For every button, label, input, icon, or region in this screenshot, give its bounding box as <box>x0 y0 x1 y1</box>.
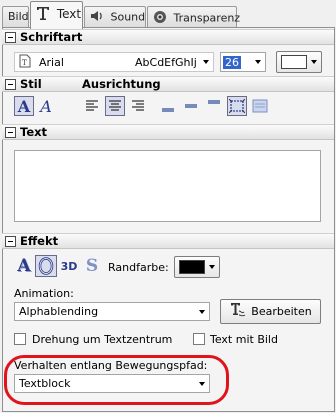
fit-frame-icon <box>229 99 245 113</box>
animation-label: Animation: <box>14 287 74 300</box>
speaker-icon <box>90 10 104 25</box>
emboss-effect-button[interactable]: S <box>82 256 102 276</box>
bold-style-button[interactable]: A <box>14 96 34 116</box>
animation-value: Alphablending <box>19 305 99 318</box>
font-select[interactable]: T Arial AbCdEfGhIj <box>14 52 214 72</box>
emboss-s-icon: S <box>85 256 99 276</box>
tab-sound[interactable]: Sound <box>84 6 146 28</box>
tab-label: Transparenz <box>173 11 241 25</box>
chevron-down-icon <box>203 60 209 64</box>
chevron-down-icon <box>199 309 205 314</box>
edge-color-swatch <box>179 260 205 274</box>
tab-label: Text <box>56 7 82 21</box>
alignment-title: Ausrichtung <box>82 77 161 91</box>
valign-top-button[interactable] <box>204 96 224 116</box>
section-title: Text <box>20 125 48 139</box>
3d-text-icon: 3D <box>60 259 78 273</box>
outline-o-icon <box>38 257 54 275</box>
text-input[interactable] <box>14 150 321 222</box>
align-right-icon <box>132 100 144 111</box>
tab-label: Sound <box>110 10 146 24</box>
font-color-button[interactable] <box>276 51 322 73</box>
section-title: Effekt <box>20 234 59 248</box>
italic-a-icon: A <box>40 96 52 116</box>
font-name: Arial <box>39 55 64 69</box>
tab-bar: Bild Text Sound Transparenz <box>0 0 336 29</box>
fill-frame-button[interactable] <box>250 96 270 116</box>
valign-middle-icon <box>185 104 197 108</box>
alignment-header: Ausrichtung <box>82 76 161 92</box>
rotate-center-checkbox[interactable] <box>14 333 26 345</box>
svg-text:T: T <box>22 59 27 67</box>
tab-label: Bild <box>8 10 29 23</box>
text-effect-icon <box>229 302 247 321</box>
collapse-icon[interactable] <box>5 31 16 43</box>
section-effekt-header[interactable]: Effekt <box>5 233 58 249</box>
section-schriftart-header[interactable]: Schriftart <box>5 29 82 45</box>
section-title: Schriftart <box>20 30 83 44</box>
valign-bottom-icon <box>162 108 174 112</box>
font-color-swatch <box>281 55 307 69</box>
fill-frame-icon <box>252 99 268 113</box>
font-size-value: 26 <box>223 55 241 69</box>
t-icon <box>36 5 50 24</box>
edit-button-label: Bearbeiten <box>251 305 312 318</box>
font-preview: AbCdEfGhIj <box>135 55 197 69</box>
text-with-image-checkbox[interactable] <box>193 333 205 345</box>
collapse-icon[interactable] <box>5 126 16 138</box>
section-text-header[interactable]: Text <box>5 124 47 140</box>
align-left-button[interactable] <box>82 96 102 116</box>
chevron-down-icon <box>311 60 317 64</box>
italic-style-button[interactable]: A <box>36 96 56 116</box>
font-size-select[interactable]: 26 <box>220 52 266 72</box>
edge-color-label: Randfarbe: <box>108 261 169 274</box>
section-stil-header[interactable]: Stil <box>5 76 42 92</box>
align-left-icon <box>86 100 98 111</box>
section-header-bar <box>2 76 334 92</box>
3d-effect-button[interactable]: 3D <box>58 256 80 276</box>
font-file-icon: T <box>19 54 31 71</box>
animation-select[interactable]: Alphablending <box>14 302 210 321</box>
outline-effect-button[interactable] <box>35 255 57 277</box>
align-center-button[interactable] <box>105 96 125 116</box>
edit-animation-button[interactable]: Bearbeiten <box>220 299 321 324</box>
rotate-center-label: Drehung um Textzentrum <box>32 333 173 346</box>
align-right-button[interactable] <box>128 96 148 116</box>
fit-frame-button[interactable] <box>227 96 247 116</box>
chevron-down-icon <box>209 265 215 269</box>
tab-bild[interactable]: Bild <box>2 6 29 28</box>
valign-middle-button[interactable] <box>181 96 201 116</box>
section-header-bar <box>2 124 334 140</box>
shadow-effect-button[interactable]: A <box>14 256 34 276</box>
edge-color-button[interactable] <box>174 256 220 278</box>
text-with-image-label: Text mit Bild <box>210 333 278 346</box>
tab-text[interactable]: Text <box>30 1 83 29</box>
valign-bottom-button[interactable] <box>158 96 178 116</box>
valign-top-icon <box>208 100 220 104</box>
bold-a-icon: A <box>17 96 31 116</box>
tab-transparenz[interactable]: Transparenz <box>147 6 240 28</box>
chevron-down-icon <box>255 60 261 64</box>
highlight-annotation-ring <box>4 355 229 405</box>
align-center-icon <box>109 100 121 111</box>
collapse-icon[interactable] <box>5 78 16 90</box>
section-title: Stil <box>20 77 42 91</box>
camera-lens-icon <box>153 10 167 27</box>
shadow-a-icon: A <box>17 256 31 276</box>
collapse-icon[interactable] <box>5 235 16 247</box>
